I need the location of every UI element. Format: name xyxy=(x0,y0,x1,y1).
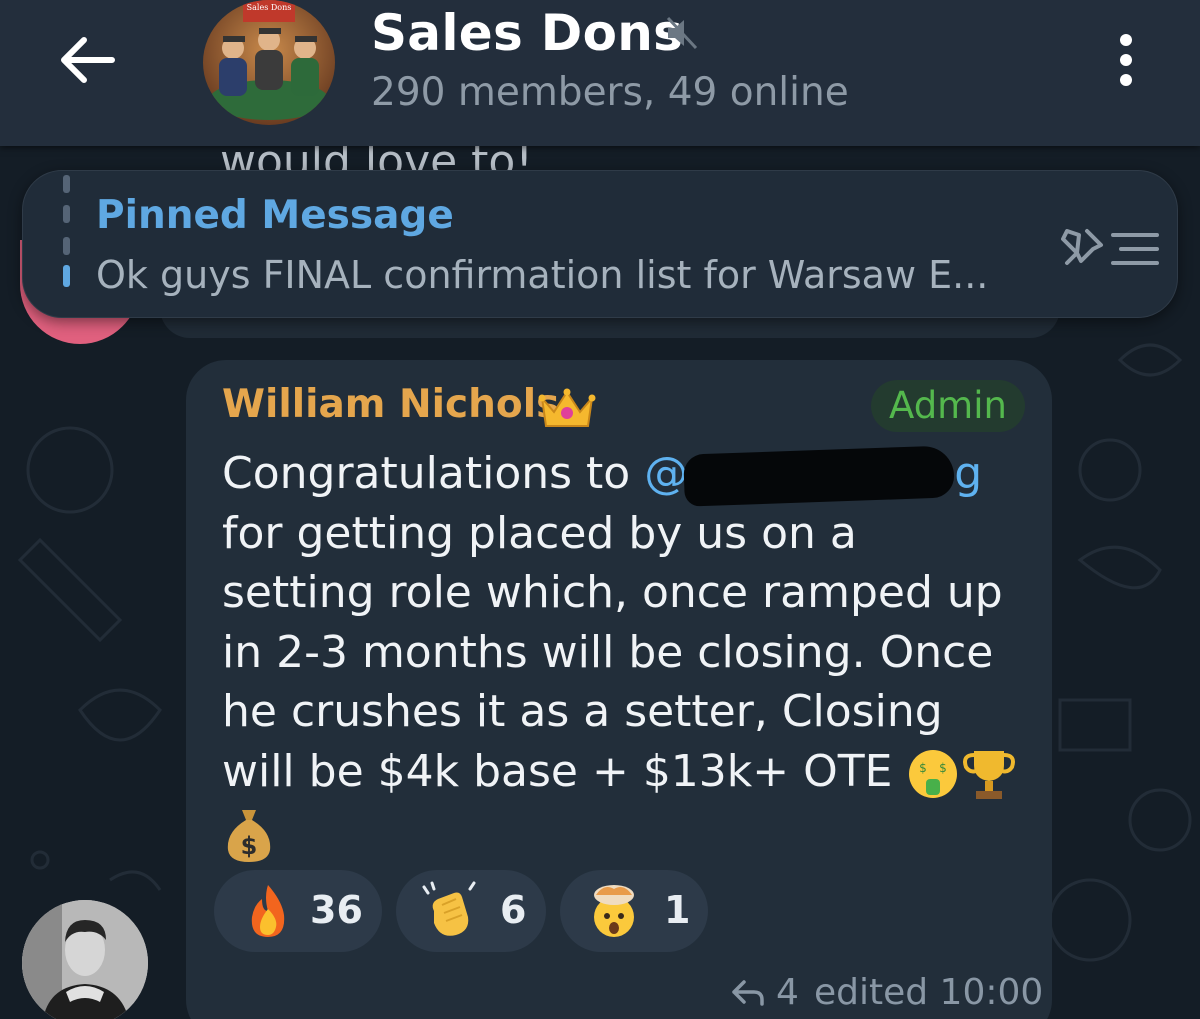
admin-badge: Admin xyxy=(871,380,1025,432)
message-text-body: for getting placed by us on a setting ro… xyxy=(222,507,1003,797)
pinned-indicator-segment xyxy=(63,205,70,223)
crown-emoji-icon xyxy=(538,388,596,427)
reaction-count: 1 xyxy=(664,888,691,932)
reply-count[interactable]: 4 xyxy=(776,972,799,1013)
reaction-count: 6 xyxy=(500,888,527,932)
group-avatar[interactable]: Sales Dons xyxy=(203,0,335,125)
money-mouth-face-emoji-icon: $ $ xyxy=(909,749,958,798)
message-bubble[interactable]: William Nichols Admin Congratulations to… xyxy=(186,360,1052,1019)
pinned-message-label: Pinned Message xyxy=(96,193,454,238)
svg-text:$: $ xyxy=(940,761,948,775)
reaction-clap[interactable]: 6 xyxy=(396,870,546,952)
pinned-indicator-active-segment xyxy=(63,265,70,287)
pinned-indicator-segment xyxy=(63,237,70,255)
reaction-exploding-head[interactable]: 1 xyxy=(560,870,708,952)
message-meta: 4 edited 10:00 xyxy=(730,972,1043,1018)
pinned-message-preview: Ok guys FINAL confirmation list for Wars… xyxy=(96,253,989,297)
clapping-hands-emoji-icon xyxy=(422,881,476,936)
message-text-intro: Congratulations to xyxy=(222,448,645,499)
pinned-message-bar[interactable]: Pinned Message Ok guys FINAL confirmatio… xyxy=(22,170,1178,318)
reply-arrow-icon[interactable] xyxy=(730,978,766,1008)
sender-name[interactable]: William Nichols xyxy=(222,382,559,427)
chat-header: Sales Dons Sales Dons 290 members, 49 on… xyxy=(0,0,1200,146)
trophy-emoji-icon xyxy=(963,750,1016,799)
reaction-fire[interactable]: 36 xyxy=(214,870,382,952)
pinned-list-icon[interactable] xyxy=(1057,225,1161,271)
message-timestamp: edited 10:00 xyxy=(814,972,1044,1013)
chat-screen: would love to! Sales Dons Sales Dons 290… xyxy=(0,0,1200,1019)
svg-text:$: $ xyxy=(920,761,928,775)
more-options-icon[interactable] xyxy=(1108,30,1144,90)
exploding-head-emoji-icon xyxy=(594,885,634,937)
sender-avatar[interactable] xyxy=(22,900,148,1019)
back-arrow-icon[interactable] xyxy=(52,30,122,90)
muted-speaker-icon xyxy=(666,16,698,50)
chat-member-count: 290 members, 49 online xyxy=(371,70,849,115)
pinned-indicator-segment xyxy=(63,175,70,193)
fire-emoji-icon xyxy=(251,885,285,937)
svg-text:$: $ xyxy=(241,832,258,860)
redaction-mark xyxy=(683,445,956,507)
reaction-count: 36 xyxy=(310,888,363,932)
user-mention[interactable]: @ g xyxy=(644,445,982,507)
svg-text:Sales Dons: Sales Dons xyxy=(247,3,292,12)
message-text: Congratulations to @ g for getting placed … xyxy=(222,444,1022,864)
money-bag-emoji-icon: $ xyxy=(227,809,271,862)
chat-title[interactable]: Sales Dons xyxy=(371,4,683,62)
